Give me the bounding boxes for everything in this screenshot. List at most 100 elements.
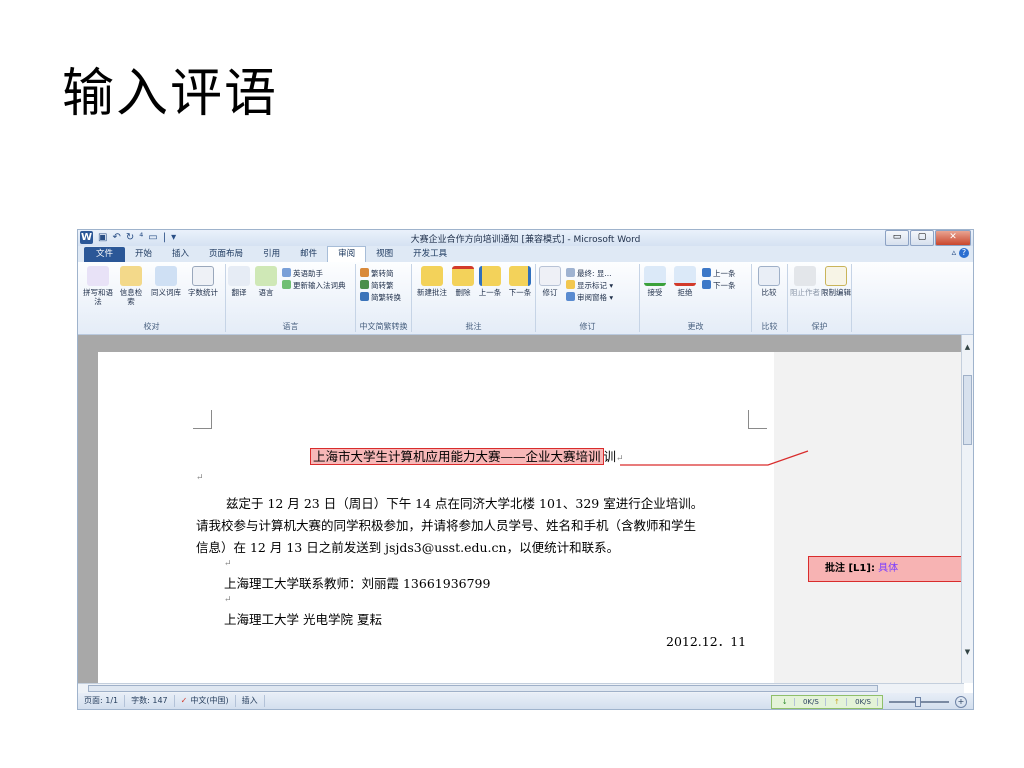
track-changes-button[interactable]: 修订 <box>538 266 562 297</box>
comment-text[interactable]: 具体 <box>878 563 898 574</box>
compare-button[interactable]: 比较 <box>756 266 782 297</box>
accept-button[interactable]: 接受 <box>642 266 668 297</box>
help-icon[interactable]: ▵ ? <box>952 248 969 258</box>
status-insert-mode[interactable]: 插入 <box>236 695 265 707</box>
show-markup-button[interactable]: 显示标记 ▾ <box>566 280 613 291</box>
tab-review[interactable]: 审阅 <box>327 246 367 262</box>
trad-to-simp-button[interactable]: 繁转简 <box>360 268 394 279</box>
word-window: W ▣ ↶ ↻ ⁴ ▭ | ▾ 大赛企业合作方向培训通知 [兼容模式] - Mi… <box>77 229 974 710</box>
translate-icon <box>228 266 250 286</box>
display-for-review-select[interactable]: 最终: 显... <box>566 268 612 279</box>
horizontal-scroll-thumb[interactable] <box>88 685 878 692</box>
language-button[interactable]: 语言 <box>254 266 278 297</box>
previous-change-icon <box>702 268 711 277</box>
update-ime-button[interactable]: 更新输入法词典 <box>282 280 346 291</box>
slide-title: 输入评语 <box>62 64 279 124</box>
ribbon: 拼写和语法 信息检索 同义词库 字数统计 校对 翻译 语言 英语助手 更新输入法… <box>78 262 973 335</box>
restrict-editing-icon <box>825 266 847 286</box>
delete-comment-button[interactable]: 删除 <box>452 266 474 297</box>
minimize-button[interactable]: ▭ <box>885 230 909 246</box>
tab-references[interactable]: 引用 <box>253 247 290 262</box>
reject-icon <box>674 266 696 286</box>
close-button[interactable]: ✕ <box>935 230 971 246</box>
scroll-up-icon[interactable]: ▲ <box>963 343 972 352</box>
proofing-icon: ✓ <box>180 696 188 705</box>
reviewing-pane-button[interactable]: 审阅窗格 ▾ <box>566 292 613 303</box>
block-authors-icon <box>794 266 816 286</box>
tab-insert[interactable]: 插入 <box>162 247 199 262</box>
simp-trad-icon <box>360 280 369 289</box>
status-language[interactable]: ✓ 中文(中国) <box>175 695 236 707</box>
maximize-button[interactable]: ▢ <box>910 230 934 246</box>
restrict-editing-button[interactable]: 限制编辑 <box>820 266 852 297</box>
group-tracking: 修订 最终: 显... 显示标记 ▾ 审阅窗格 ▾ 修订 <box>536 264 640 332</box>
tab-page-layout[interactable]: 页面布局 <box>199 247 253 262</box>
vertical-scrollbar[interactable]: ▲ ▼ <box>961 335 973 683</box>
document-heading[interactable]: 上海市大学生计算机应用能力大赛——企业大赛培训 训↵ <box>310 446 624 465</box>
tab-mailings[interactable]: 邮件 <box>290 247 327 262</box>
title-bar: W ▣ ↶ ↻ ⁴ ▭ | ▾ 大赛企业合作方向培训通知 [兼容模式] - Mi… <box>78 230 973 246</box>
paragraph-line-1[interactable]: 兹定于 12 月 23 日（周日）下午 14 点在同济大学北楼 101、329 … <box>226 493 703 512</box>
download-icon: ↓ <box>775 698 795 706</box>
comment-connector <box>620 450 809 466</box>
block-authors-button[interactable]: 阻止作者 <box>790 266 820 297</box>
date-line[interactable]: 2012.12．11 <box>666 631 746 650</box>
translate-button[interactable]: 翻译 <box>228 266 250 297</box>
accept-icon <box>644 266 666 286</box>
ribbon-tabs: 文件 开始 插入 页面布局 引用 邮件 审阅 视图 开发工具 ▵ ? <box>78 246 973 262</box>
trad-simp-icon <box>360 268 369 277</box>
contact-line[interactable]: 上海理工大学联系教师：刘丽霞 13661936799 <box>224 573 490 592</box>
scroll-down-icon[interactable]: ▼ <box>963 648 972 657</box>
compare-icon <box>758 266 780 286</box>
word-count-button[interactable]: 字数统计 <box>184 266 222 297</box>
status-word-count[interactable]: 字数: 147 <box>125 695 175 707</box>
tab-home[interactable]: 开始 <box>125 247 162 262</box>
group-comments: 新建批注 删除 上一条 下一条 批注 <box>412 264 536 332</box>
thesaurus-icon <box>155 266 177 286</box>
markup-icon <box>566 280 575 289</box>
zoom-slider-thumb[interactable] <box>915 697 921 707</box>
assistant-icon <box>282 268 291 277</box>
new-comment-button[interactable]: 新建批注 <box>414 266 450 297</box>
network-speed-widget: ↓ 0K/S ↑ 0K/S <box>770 695 883 709</box>
previous-comment-button[interactable]: 上一条 <box>476 266 504 297</box>
conversion-icon <box>360 292 369 301</box>
language-icon <box>255 266 277 286</box>
next-change-button[interactable]: 下一条 <box>702 280 736 291</box>
previous-comment-icon <box>479 266 501 286</box>
group-compare: 比较 比较 <box>752 264 788 332</box>
crop-mark-left <box>193 410 212 429</box>
delete-comment-icon <box>452 266 474 286</box>
zoom-slider[interactable] <box>889 697 949 707</box>
spelling-grammar-button[interactable]: 拼写和语法 <box>80 266 116 306</box>
english-assistant-button[interactable]: 英语助手 <box>282 268 323 279</box>
word-count-icon <box>192 266 214 286</box>
status-right: ↓ 0K/S ↑ 0K/S + <box>770 695 967 709</box>
document-area[interactable]: 上海市大学生计算机应用能力大赛——企业大赛培训 训↵ ↵ 兹定于 12 月 23 … <box>78 335 964 683</box>
group-protect: 阻止作者 限制编辑 保护 <box>788 264 852 332</box>
spelling-icon <box>87 266 109 286</box>
markup-area <box>774 352 964 683</box>
next-comment-button[interactable]: 下一条 <box>506 266 534 297</box>
research-button[interactable]: 信息检索 <box>118 266 144 306</box>
paragraph-line-2[interactable]: 请我校参与计算机大赛的同学积极参加，并请将参加人员学号、姓名和手机（含教师和学生 <box>196 515 696 534</box>
reject-button[interactable]: 拒绝 <box>672 266 698 297</box>
conversion-button[interactable]: 简繁转换 <box>360 292 401 303</box>
status-page[interactable]: 页面: 1/1 <box>78 695 126 707</box>
upload-icon: ↑ <box>828 698 847 706</box>
display-icon <box>566 268 575 277</box>
comment-balloon[interactable]: 批注 [L1]: 具体 <box>808 556 964 582</box>
tab-view[interactable]: 视图 <box>366 247 403 262</box>
sender-line[interactable]: 上海理工大学 光电学院 夏耘 <box>224 609 382 628</box>
thesaurus-button[interactable]: 同义词库 <box>148 266 184 297</box>
vertical-scroll-thumb[interactable] <box>963 375 972 445</box>
paragraph-line-3[interactable]: 信息）在 12 月 13 日之前发送到 jsjds3@usst.edu.cn，以… <box>196 537 619 556</box>
tab-file[interactable]: 文件 <box>84 247 126 262</box>
empty-paragraph-mark-2: ↵ <box>224 559 232 569</box>
pane-icon <box>566 292 575 301</box>
simp-to-trad-button[interactable]: 简转繁 <box>360 280 394 291</box>
previous-change-button[interactable]: 上一条 <box>702 268 736 279</box>
window-title: 大赛企业合作方向培训通知 [兼容模式] - Microsoft Word <box>410 235 641 245</box>
tab-developer[interactable]: 开发工具 <box>403 247 457 262</box>
zoom-in-icon[interactable]: + <box>955 696 967 708</box>
